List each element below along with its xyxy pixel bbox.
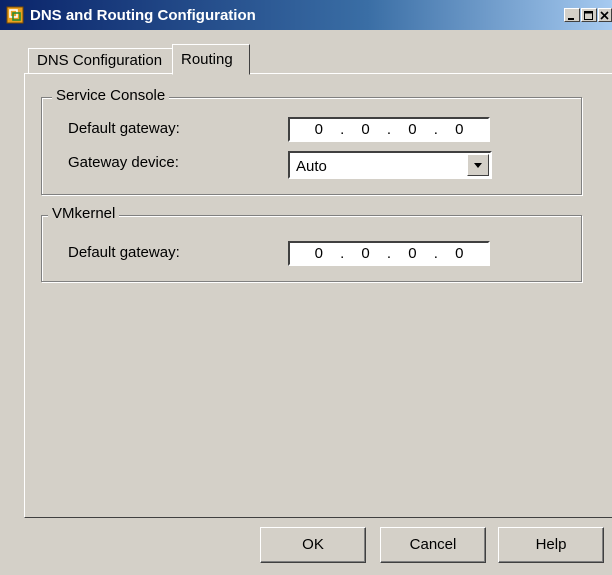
cancel-button[interactable]: Cancel: [380, 527, 486, 563]
ip-octet: 0: [314, 121, 323, 138]
help-button[interactable]: Help: [498, 527, 604, 563]
vmkernel-legend: VMkernel: [48, 205, 120, 222]
ip-octet: 0: [361, 245, 370, 262]
ok-button[interactable]: OK: [260, 527, 366, 563]
ip-separator: .: [386, 245, 392, 262]
gateway-device-value: Auto: [296, 158, 327, 175]
maximize-icon: [584, 11, 593, 20]
service-console-group: Service Console: [41, 87, 582, 195]
title-bar[interactable]: DNS and Routing Configuration: [0, 0, 612, 30]
minimize-icon: [568, 18, 574, 20]
close-button[interactable]: [598, 8, 612, 22]
service-console-legend: Service Console: [52, 87, 170, 104]
dialog-window: DNS and Routing Configuration DNS Config…: [0, 0, 612, 575]
ip-octet: 0: [361, 121, 370, 138]
gateway-device-label: Gateway device:: [68, 154, 179, 171]
ip-separator: .: [386, 121, 392, 138]
window-title: DNS and Routing Configuration: [30, 7, 256, 24]
minimize-button[interactable]: [564, 8, 580, 22]
gateway-device-select[interactable]: Auto: [288, 151, 492, 179]
tab-strip: DNS Configuration Routing: [0, 30, 612, 75]
tab-label: DNS Configuration: [37, 52, 163, 69]
sc-default-gateway-input[interactable]: 0 . 0 . 0 . 0: [288, 117, 490, 142]
tab-label: Routing: [181, 51, 233, 68]
tab-dns-configuration[interactable]: DNS Configuration: [28, 48, 172, 74]
ip-octet: 0: [408, 121, 417, 138]
tab-routing[interactable]: Routing: [172, 44, 250, 75]
ip-separator: .: [340, 245, 345, 262]
chevron-down-icon: [474, 163, 482, 168]
ip-octet: 0: [408, 245, 417, 262]
vmk-default-gateway-input[interactable]: 0 . 0 . 0 . 0: [288, 241, 490, 266]
ip-separator: .: [340, 121, 345, 138]
ip-octet: 0: [314, 245, 323, 262]
dropdown-button[interactable]: [467, 154, 489, 176]
ip-octet: 0: [455, 121, 464, 138]
vmware-app-icon: [6, 6, 24, 24]
maximize-button[interactable]: [581, 8, 597, 22]
ip-separator: .: [433, 245, 438, 262]
ip-octet: 0: [455, 245, 464, 262]
close-icon: [600, 11, 609, 20]
vmk-default-gateway-label: Default gateway:: [68, 244, 180, 261]
sc-default-gateway-label: Default gateway:: [68, 120, 180, 137]
ip-separator: .: [433, 121, 438, 138]
